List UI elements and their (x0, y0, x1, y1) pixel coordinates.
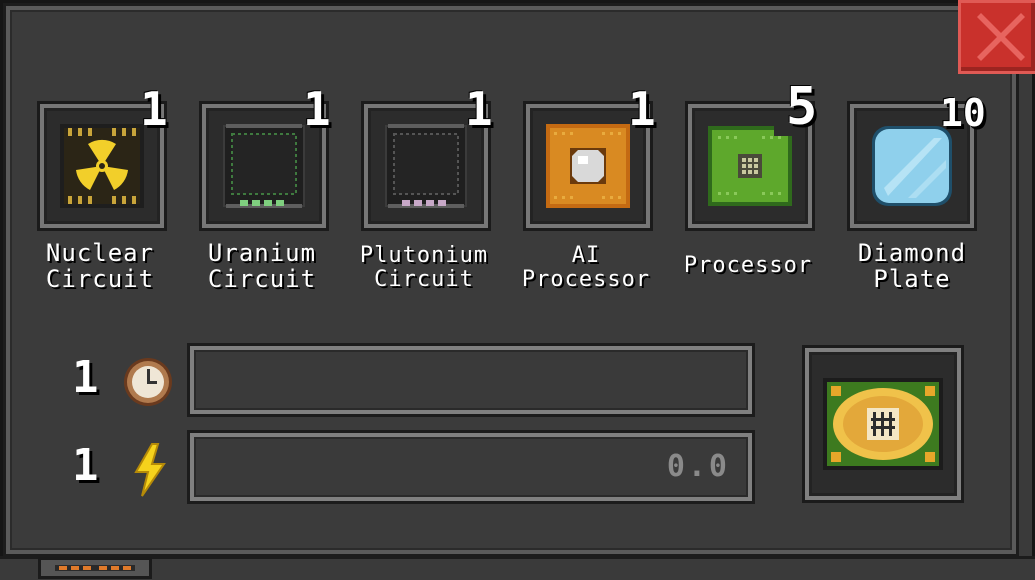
clock-icon (124, 358, 172, 406)
power-count: 1 (72, 440, 99, 491)
ingredient-label: Plutonium Circuit (359, 243, 489, 292)
time-count: 1 (72, 352, 99, 403)
ingredient-label: Uranium Circuit (207, 239, 317, 293)
lightning-icon (134, 443, 166, 497)
ingredient-label: Nuclear Circuit (45, 239, 155, 293)
drag-handle[interactable] (38, 557, 152, 579)
processor-icon (708, 126, 792, 206)
handle-grip-icon (55, 565, 135, 571)
ai-processor-icon (546, 124, 630, 208)
ingredient-label: Processor (683, 253, 813, 278)
nuclear-circuit-icon (60, 124, 144, 208)
output-slot[interactable] (802, 345, 964, 503)
power-value: 0.0 (666, 449, 730, 484)
ingredient-qty: 1 (628, 82, 656, 136)
power-progress-bar: 0.0 (187, 430, 755, 504)
uranium-circuit-icon (223, 124, 305, 208)
time-progress-bar (187, 343, 755, 417)
plutonium-circuit-icon (385, 124, 467, 208)
ingredient-qty: 1 (303, 82, 331, 136)
ingredient-label: Diamond Plate (857, 239, 967, 293)
close-icon (977, 13, 1025, 61)
ingredient-label: AI Processor (521, 243, 651, 292)
ingredient-qty: 10 (940, 91, 986, 135)
ingredient-qty: 1 (140, 82, 168, 136)
close-button[interactable] (958, 0, 1035, 74)
bottom-frame (0, 556, 1035, 580)
ingredient-qty: 1 (465, 82, 493, 136)
quantum-processor-icon (823, 378, 943, 470)
ingredient-qty: 5 (786, 77, 818, 137)
